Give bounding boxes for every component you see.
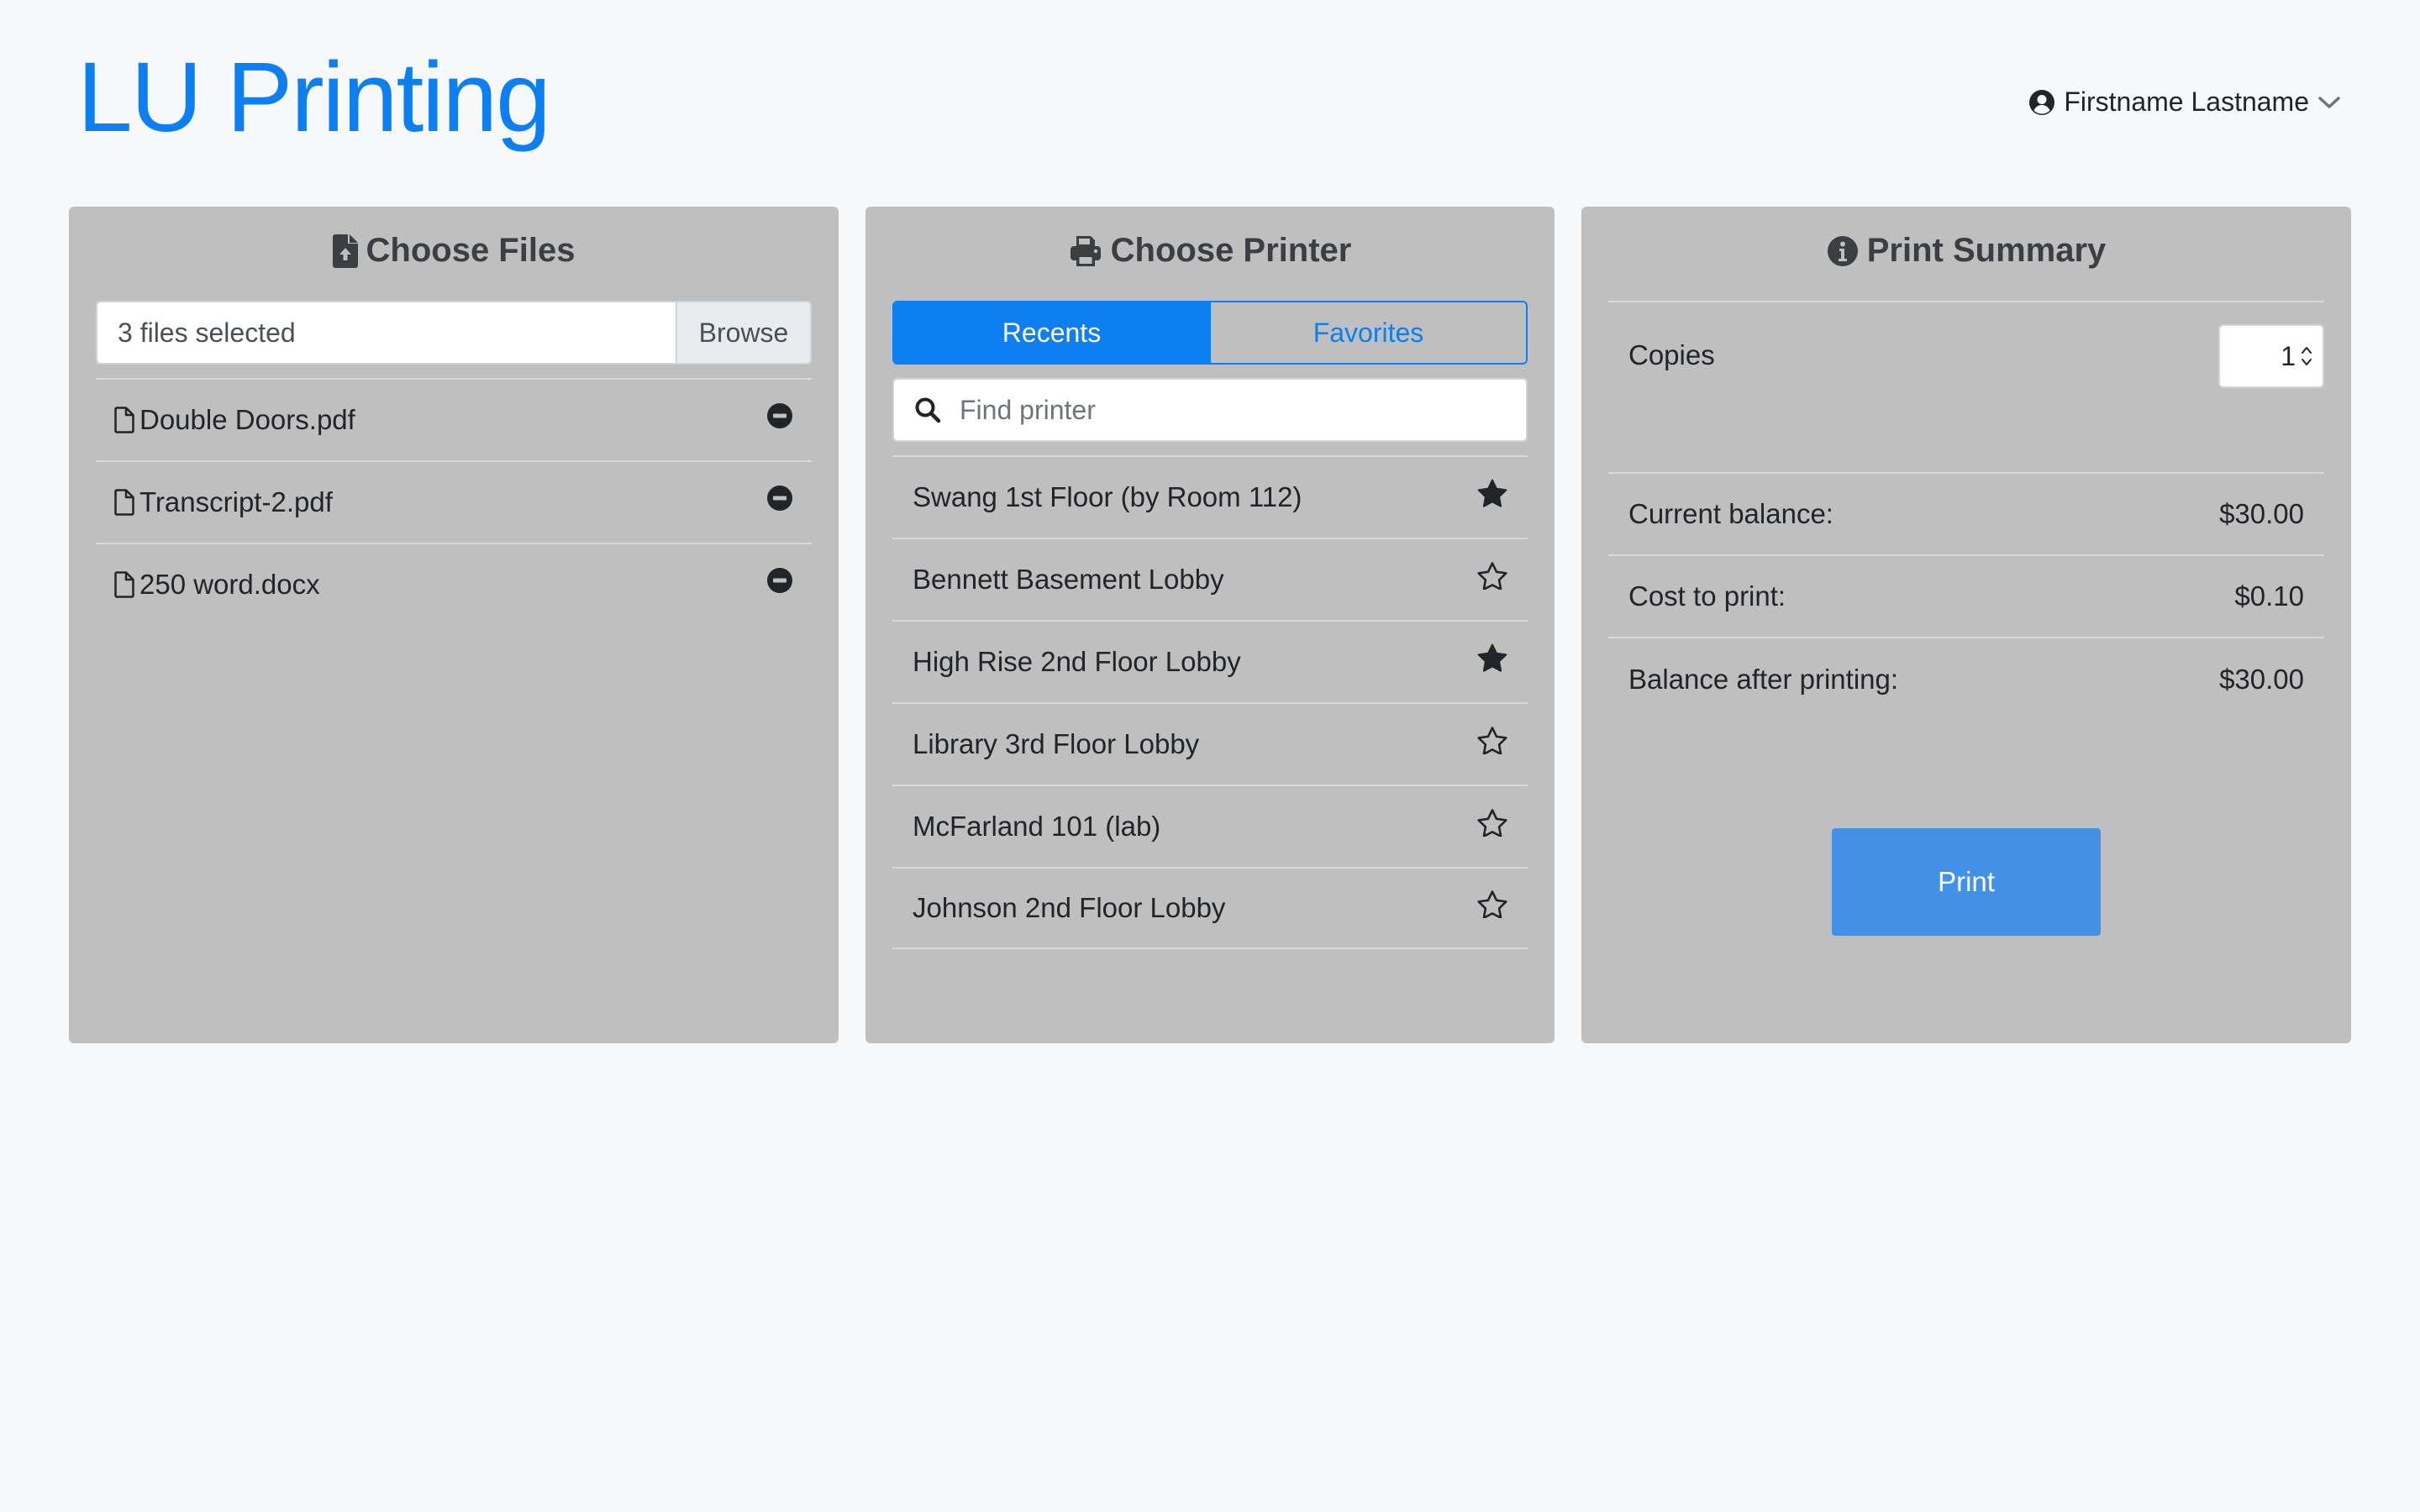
copies-label: Copies xyxy=(1628,339,1715,370)
file-picker[interactable]: 3 files selected Browse xyxy=(96,301,812,365)
printer-row[interactable]: Library 3rd Floor Lobby xyxy=(892,702,1528,785)
balance-after-row: Balance after printing: $30.00 xyxy=(1608,638,2324,721)
app-title: LU Printing xyxy=(77,42,551,153)
star-outline-icon[interactable] xyxy=(1477,890,1507,918)
star-filled-icon[interactable] xyxy=(1477,643,1507,672)
printer-name: Johnson 2nd Floor Lobby xyxy=(913,892,1226,923)
printer-row[interactable]: Bennett Basement Lobby xyxy=(892,538,1528,620)
copies-stepper[interactable]: 1 xyxy=(2218,324,2324,388)
list-item: Transcript-2.pdf xyxy=(96,460,812,543)
list-item: Double Doors.pdf xyxy=(96,378,812,460)
remove-circle-icon[interactable] xyxy=(766,402,793,429)
search-input[interactable] xyxy=(960,394,1526,426)
info-circle-icon xyxy=(1827,235,1859,267)
file-name: Double Doors.pdf xyxy=(139,404,355,435)
summary-value: $30.00 xyxy=(2219,664,2304,695)
summary-value: $0.10 xyxy=(2234,580,2304,612)
file-list: Double Doors.pdf Transcript-2.pdf 250 wo… xyxy=(96,378,812,625)
choose-printer-panel: Choose Printer Recents Favorites Swang 1… xyxy=(865,207,1555,1043)
tab-recents[interactable]: Recents xyxy=(894,302,1209,363)
file-upload-icon xyxy=(332,234,358,268)
user-circle-icon xyxy=(2028,89,2055,116)
files-selected-field[interactable]: 3 files selected xyxy=(97,302,676,363)
printer-row[interactable]: High Rise 2nd Floor Lobby xyxy=(892,620,1528,702)
printer-name: Swang 1st Floor (by Room 112) xyxy=(913,481,1302,512)
user-menu[interactable]: Firstname Lastname xyxy=(2028,87,2341,118)
panel-title-text: Choose Printer xyxy=(1110,232,1352,269)
print-button[interactable]: Print xyxy=(1832,828,2101,936)
copies-row: Copies 1 xyxy=(1608,301,2324,474)
cost-to-print-row: Cost to print: $0.10 xyxy=(1608,556,2324,638)
print-summary-panel: Print Summary Copies 1 Current balance: … xyxy=(1581,207,2351,1043)
panel-title-text: Print Summary xyxy=(1866,232,2107,269)
star-filled-icon[interactable] xyxy=(1477,479,1507,507)
copies-value[interactable]: 1 xyxy=(2281,341,2296,372)
file-name: Transcript-2.pdf xyxy=(139,486,333,517)
search-icon xyxy=(915,397,941,423)
print-summary-heading: Print Summary xyxy=(1581,232,2351,270)
file-name: 250 word.docx xyxy=(139,569,320,600)
printer-list: Swang 1st Floor (by Room 112) Bennett Ba… xyxy=(892,455,1528,949)
printer-row[interactable]: Johnson 2nd Floor Lobby xyxy=(892,867,1528,949)
star-outline-icon[interactable] xyxy=(1477,808,1507,837)
user-name: Firstname Lastname xyxy=(2064,87,2309,117)
chevron-down-icon xyxy=(2317,95,2341,110)
printer-search xyxy=(892,378,1528,442)
summary-label: Balance after printing: xyxy=(1628,664,1899,695)
summary-value: $30.00 xyxy=(2219,498,2304,529)
printer-row[interactable]: McFarland 101 (lab) xyxy=(892,785,1528,867)
summary-label: Current balance: xyxy=(1628,498,1833,529)
current-balance-row: Current balance: $30.00 xyxy=(1608,474,2324,556)
choose-files-heading: Choose Files xyxy=(69,232,839,270)
printer-row[interactable]: Swang 1st Floor (by Room 112) xyxy=(892,455,1528,538)
choose-files-panel: Choose Files 3 files selected Browse Dou… xyxy=(69,207,839,1043)
remove-circle-icon[interactable] xyxy=(766,567,793,594)
printer-name: High Rise 2nd Floor Lobby xyxy=(913,646,1241,677)
printer-name: Library 3rd Floor Lobby xyxy=(913,728,1200,759)
stepper-arrows-icon[interactable] xyxy=(2301,344,2312,369)
star-outline-icon[interactable] xyxy=(1477,561,1507,590)
printer-name: McFarland 101 (lab) xyxy=(913,811,1161,842)
file-icon xyxy=(114,489,134,516)
printer-tabs: Recents Favorites xyxy=(892,301,1528,365)
choose-printer-heading: Choose Printer xyxy=(865,232,1555,270)
file-icon xyxy=(114,407,134,433)
summary-body: Copies 1 Current balance: $30.00 Cost to… xyxy=(1608,301,2324,721)
star-outline-icon[interactable] xyxy=(1477,726,1507,754)
summary-label: Cost to print: xyxy=(1628,580,1786,612)
tab-favorites[interactable]: Favorites xyxy=(1209,302,1526,363)
file-icon xyxy=(114,571,134,598)
printer-name: Bennett Basement Lobby xyxy=(913,564,1224,595)
remove-circle-icon[interactable] xyxy=(766,485,793,512)
browse-button[interactable]: Browse xyxy=(676,302,810,363)
panel-title-text: Choose Files xyxy=(366,232,576,269)
printer-icon xyxy=(1069,234,1102,268)
list-item: 250 word.docx xyxy=(96,543,812,625)
